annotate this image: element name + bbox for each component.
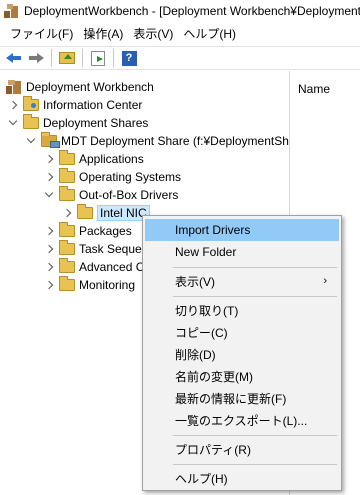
back-arrow-icon <box>6 53 22 63</box>
expand-chevron-icon[interactable] <box>44 262 54 272</box>
folder-icon <box>59 186 75 201</box>
tree-item-intel-nic[interactable]: Intel NIC <box>62 204 150 222</box>
tree-label: Packages <box>79 224 132 238</box>
tree-label: Task Seque <box>79 242 142 256</box>
menu-item-import-drivers[interactable]: Import Drivers <box>145 219 339 241</box>
collapse-chevron-icon[interactable] <box>26 136 36 146</box>
workbench-icon <box>6 80 22 94</box>
folder-icon <box>23 114 39 129</box>
menu-item-view[interactable]: 表示(V) › <box>145 270 339 292</box>
tree-label: Deployment Shares <box>43 116 149 130</box>
menu-separator <box>173 267 337 268</box>
folder-icon <box>59 240 75 255</box>
folder-icon <box>59 222 75 237</box>
app-icon <box>4 4 18 18</box>
menu-action[interactable]: 操作(A) <box>79 25 129 42</box>
expand-chevron-icon[interactable] <box>44 244 54 254</box>
menu-view[interactable]: 表示(V) <box>129 25 179 42</box>
tree-item-deployment-workbench[interactable]: Deployment Workbench <box>6 78 154 96</box>
export-list-icon <box>91 50 105 66</box>
column-header-name[interactable]: Name <box>298 82 330 96</box>
folder-icon <box>59 258 75 273</box>
back-button[interactable] <box>4 48 24 68</box>
menu-item-refresh[interactable]: 最新の情報に更新(F) <box>145 387 339 409</box>
tree-label: Deployment Workbench <box>26 80 154 94</box>
help-button[interactable]: ? <box>119 48 139 68</box>
expand-chevron-icon[interactable] <box>62 208 72 218</box>
expand-chevron-icon[interactable] <box>44 154 54 164</box>
menu-item-rename[interactable]: 名前の変更(M) <box>145 365 339 387</box>
up-folder-icon <box>59 52 75 64</box>
deployment-share-icon <box>41 132 60 148</box>
toolbar-separator <box>82 49 83 67</box>
menu-item-new-folder[interactable]: New Folder <box>145 241 339 263</box>
folder-icon <box>59 168 75 183</box>
submenu-arrow-icon: › <box>323 275 327 287</box>
forward-button[interactable] <box>26 48 46 68</box>
tree-label: Advanced C <box>79 260 145 274</box>
menu-separator <box>173 296 337 297</box>
tree-label: MDT Deployment Share (f:¥DeploymentSh <box>61 134 289 148</box>
collapse-chevron-icon[interactable] <box>44 190 54 200</box>
menu-item-properties[interactable]: プロパティ(R) <box>145 438 339 460</box>
menu-separator <box>173 464 337 465</box>
folder-icon <box>59 276 75 291</box>
expand-chevron-icon[interactable] <box>8 100 18 110</box>
menu-file[interactable]: ファイル(F) <box>6 25 79 42</box>
menu-help[interactable]: ヘルプ(H) <box>179 25 242 42</box>
help-icon: ? <box>121 50 137 66</box>
menu-item-help[interactable]: ヘルプ(H) <box>145 467 339 489</box>
tree-label: Information Center <box>43 98 143 112</box>
expand-chevron-icon[interactable] <box>44 280 54 290</box>
menu-item-view-label: 表示(V) <box>175 274 215 289</box>
tree-item-advanced-configuration[interactable]: Advanced C <box>44 258 144 276</box>
folder-icon <box>77 204 93 219</box>
tree-item-deployment-shares[interactable]: Deployment Shares <box>8 114 148 132</box>
folder-icon <box>59 150 75 165</box>
menu-bar: ファイル(F) 操作(A) 表示(V) ヘルプ(H) <box>0 22 360 44</box>
menu-item-delete[interactable]: 削除(D) <box>145 343 339 365</box>
information-center-icon <box>23 96 39 111</box>
toolbar-separator <box>51 49 52 67</box>
context-menu: Import Drivers New Folder 表示(V) › 切り取り(T… <box>142 215 342 491</box>
tree-item-task-sequences[interactable]: Task Seque <box>44 240 142 258</box>
menu-item-export-list[interactable]: 一覧のエクスポート(L)... <box>145 409 339 431</box>
tree-item-information-center[interactable]: Information Center <box>8 96 142 114</box>
window-title: DeploymentWorkbench - [Deployment Workbe… <box>23 4 360 18</box>
tree-label: Monitoring <box>79 278 136 292</box>
menu-item-copy[interactable]: コピー(C) <box>145 321 339 343</box>
tree-label: Out-of-Box Drivers <box>79 188 179 202</box>
tree-item-operating-systems[interactable]: Operating Systems <box>44 168 181 186</box>
tree-item-monitoring[interactable]: Monitoring <box>44 276 135 294</box>
menu-item-cut[interactable]: 切り取り(T) <box>145 299 339 321</box>
tree-item-out-of-box-drivers[interactable]: Out-of-Box Drivers <box>44 186 178 204</box>
expand-chevron-icon[interactable] <box>44 172 54 182</box>
menu-separator <box>173 435 337 436</box>
tree-item-packages[interactable]: Packages <box>44 222 132 240</box>
tree-item-mdt-deployment-share[interactable]: MDT Deployment Share (f:¥DeploymentSh <box>26 132 289 150</box>
collapse-chevron-icon[interactable] <box>8 118 18 128</box>
toolbar-separator <box>113 49 114 67</box>
tree-label: Applications <box>79 152 144 166</box>
export-list-button[interactable] <box>88 48 108 68</box>
tree-label: Operating Systems <box>79 170 182 184</box>
forward-arrow-icon <box>28 53 44 63</box>
toolbar: ? <box>0 46 360 70</box>
tree-item-applications[interactable]: Applications <box>44 150 144 168</box>
up-one-level-button[interactable] <box>57 48 77 68</box>
expand-chevron-icon[interactable] <box>44 226 54 236</box>
title-bar: DeploymentWorkbench - [Deployment Workbe… <box>0 0 360 22</box>
